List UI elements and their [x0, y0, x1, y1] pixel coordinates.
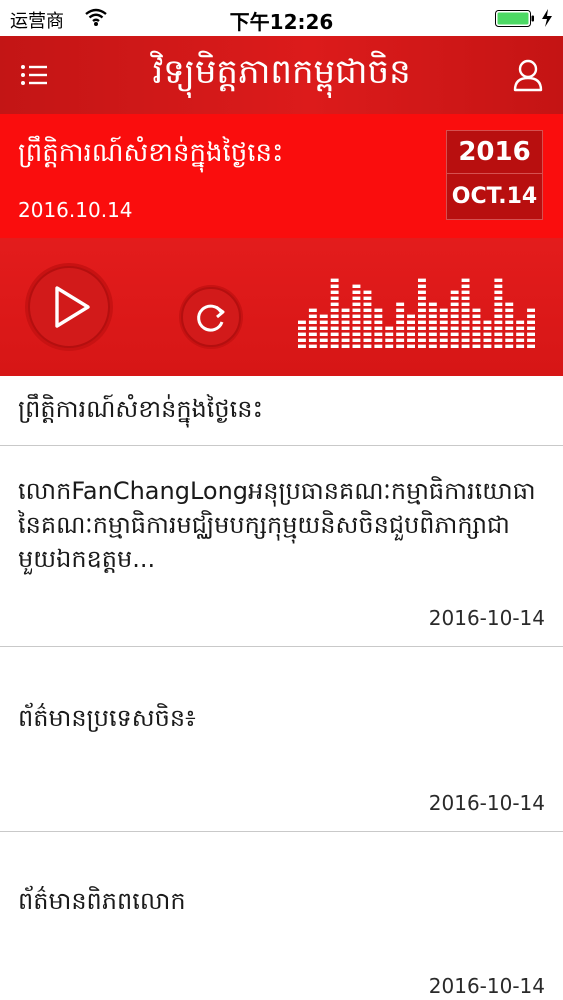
calendar-badge: 2016 OCT.14 [446, 130, 543, 220]
audio-player [0, 238, 563, 376]
equalizer-bar [308, 308, 317, 348]
play-icon[interactable] [24, 262, 114, 352]
equalizer-bar [330, 278, 339, 348]
news-title: លោកFanChangLongអនុប្រធានគណៈកម្មាធិការយោធ… [18, 477, 536, 573]
app-title: វិទ្យុមិត្តភាពកម្ពុជាចិន [152, 52, 411, 92]
nav-bar: វិទ្យុមិត្តភាពកម្ពុជាចិន [0, 36, 563, 114]
equalizer-bar [494, 278, 503, 348]
equalizer-bar [418, 278, 426, 348]
equalizer-bar [516, 320, 525, 348]
equalizer-bar [298, 320, 306, 348]
news-title: ព័ត៌មានពិភពលោក [18, 887, 186, 915]
equalizer-bar [385, 326, 394, 348]
equalizer-visualizer [298, 278, 535, 348]
user-icon[interactable] [512, 58, 544, 92]
today-title: ព្រឹត្តិការណ៍សំខាន់ក្នុងថ្ងៃនេះ [18, 138, 284, 168]
news-date: 2016-10-14 [428, 791, 545, 815]
section-title: ព្រឹត្តិការណ៍សំខាន់ក្នុងថ្ងៃនេះ [18, 395, 264, 423]
status-time: 下午12:26 [229, 10, 334, 34]
equalizer-bar [396, 302, 405, 348]
news-item[interactable]: លោកFanChangLongអនុប្រធានគណៈកម្មាធិការយោធ… [0, 446, 563, 647]
refresh-icon[interactable] [178, 284, 244, 350]
news-date: 2016-10-14 [428, 974, 545, 998]
battery-icon [495, 10, 534, 27]
equalizer-bar [319, 314, 328, 348]
today-date: 2016.10.14 [18, 198, 133, 222]
equalizer-bar [352, 284, 361, 348]
today-banner[interactable]: ព្រឹត្តិការណ៍សំខាន់ក្នុងថ្ងៃនេះ 2016.10.… [0, 114, 563, 238]
equalizer-bar [439, 308, 448, 348]
equalizer-bar [527, 308, 535, 348]
equalizer-bar [363, 290, 372, 348]
news-item[interactable]: ព័ត៌មានពិភពលោក 2016-10-14 [0, 832, 563, 1000]
equalizer-bar [341, 308, 350, 348]
section-header: ព្រឹត្តិការណ៍សំខាន់ក្នុងថ្ងៃនេះ [0, 376, 563, 446]
equalizer-bar [483, 320, 492, 348]
news-item[interactable]: ព័ត៌មានប្រទេសចិន៖ 2016-10-14 [0, 647, 563, 832]
equalizer-bar [472, 308, 481, 348]
equalizer-bar [450, 290, 459, 348]
equalizer-bar [505, 302, 514, 348]
equalizer-bar [374, 308, 383, 348]
calendar-day: OCT.14 [451, 184, 538, 209]
news-title: ព័ត៌មានប្រទេសចិន៖ [18, 704, 196, 732]
charging-icon [542, 9, 552, 27]
calendar-year: 2016 [447, 131, 542, 174]
status-bar: 运营商 下午12:26 [0, 0, 563, 36]
equalizer-bar [428, 302, 437, 348]
news-date: 2016-10-14 [428, 606, 545, 630]
equalizer-bar [461, 278, 470, 348]
equalizer-bar [407, 314, 415, 348]
